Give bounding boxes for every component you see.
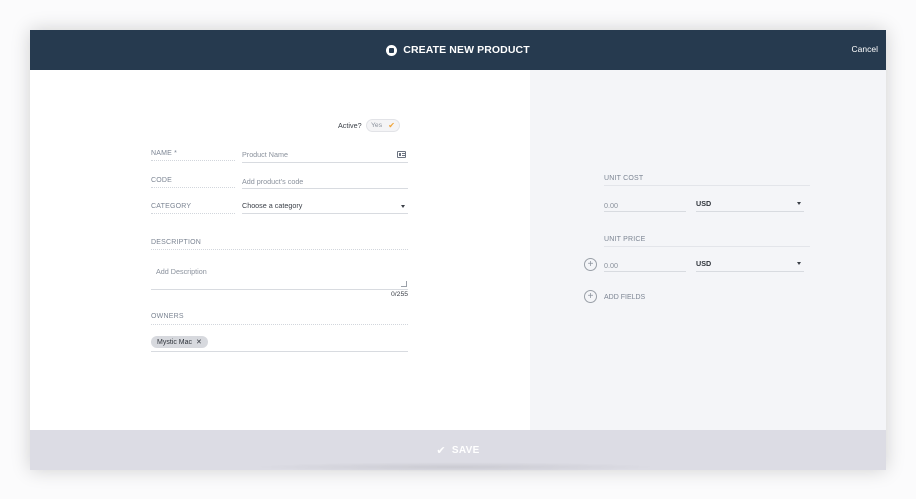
unit-cost-currency-select[interactable]: USD xyxy=(696,195,804,212)
category-select[interactable]: Choose a category xyxy=(242,198,408,214)
code-label: CODE xyxy=(151,177,235,188)
description-placeholder: Add Description xyxy=(156,267,207,276)
plus-circle-icon[interactable]: + xyxy=(584,290,597,303)
remove-owner-icon[interactable]: ✕ xyxy=(196,338,202,346)
pricing-panel: UNIT COST 0.00 USD UNIT PRICE + 0.00 USD… xyxy=(530,70,886,430)
product-form-panel: Active? Yes ✔ NAME * Product Name CODE A… xyxy=(30,70,530,430)
active-label: Active? xyxy=(338,121,362,130)
active-toggle[interactable]: Yes ✔ xyxy=(366,119,400,132)
category-label: CATEGORY xyxy=(151,203,235,214)
modal-header: CREATE NEW PRODUCT Cancel xyxy=(30,30,886,70)
resize-handle-icon[interactable] xyxy=(401,281,407,287)
category-selected-value: Choose a category xyxy=(242,201,303,210)
save-label: SAVE xyxy=(451,444,480,456)
check-icon: ✔ xyxy=(388,121,395,130)
add-fields-button[interactable]: ADD FIELDS xyxy=(604,294,645,301)
name-label: NAME * xyxy=(151,150,235,161)
chevron-down-icon xyxy=(797,202,801,205)
cancel-button[interactable]: Cancel xyxy=(852,44,878,54)
create-product-modal: CREATE NEW PRODUCT Cancel Active? Yes ✔ … xyxy=(30,30,886,470)
save-button[interactable]: ✔ SAVE xyxy=(436,444,479,457)
add-price-icon[interactable]: + xyxy=(584,258,597,271)
name-input-placeholder: Product Name xyxy=(242,150,288,159)
unit-cost-input[interactable]: 0.00 xyxy=(604,197,686,212)
code-input-placeholder: Add product's code xyxy=(242,177,304,186)
unit-price-placeholder: 0.00 xyxy=(604,261,618,270)
modal-title-text: CREATE NEW PRODUCT xyxy=(403,44,530,56)
unit-price-currency: USD xyxy=(696,259,712,268)
name-field[interactable]: Product Name xyxy=(242,148,408,163)
active-toggle-value: Yes xyxy=(371,122,383,129)
footer-shadow xyxy=(250,462,660,472)
chevron-down-icon xyxy=(797,262,801,265)
unit-price-input[interactable]: 0.00 xyxy=(604,257,686,272)
description-textarea[interactable]: Add Description xyxy=(151,260,408,290)
modal-title: CREATE NEW PRODUCT xyxy=(386,44,530,56)
description-counter: 0/255 xyxy=(391,291,409,298)
owner-chip-label: Mystic Mac xyxy=(157,338,192,346)
unit-cost-label: UNIT COST xyxy=(604,175,810,186)
owner-chip: Mystic Mac ✕ xyxy=(151,336,208,348)
unit-price-currency-select[interactable]: USD xyxy=(696,255,804,272)
unit-price-label: UNIT PRICE xyxy=(604,236,810,247)
unit-cost-placeholder: 0.00 xyxy=(604,201,618,210)
product-icon xyxy=(386,44,398,56)
unit-cost-currency: USD xyxy=(696,199,712,208)
owners-field[interactable]: Mystic Mac ✕ xyxy=(151,334,408,352)
card-icon xyxy=(397,151,406,158)
code-field[interactable]: Add product's code xyxy=(242,174,408,189)
description-label: DESCRIPTION xyxy=(151,239,408,250)
chevron-down-icon xyxy=(401,205,405,208)
check-icon: ✔ xyxy=(436,444,446,457)
owners-label: OWNERS xyxy=(151,313,408,325)
